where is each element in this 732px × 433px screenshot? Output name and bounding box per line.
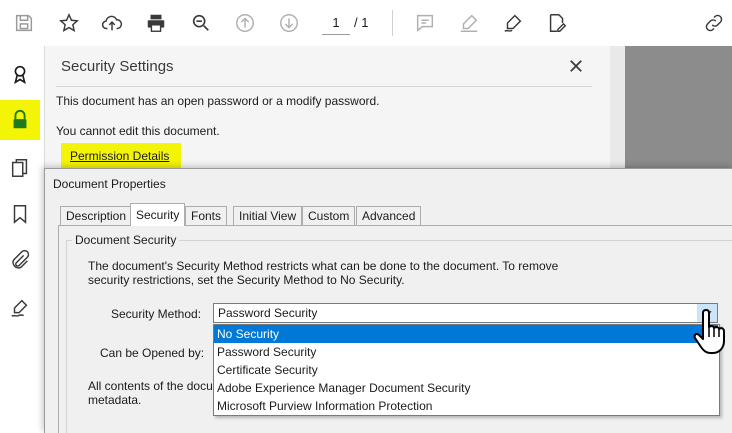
highlight-icon[interactable]: [455, 9, 483, 37]
tab-description[interactable]: Description: [60, 206, 133, 225]
page-down-icon[interactable]: [275, 9, 303, 37]
metadata-line: metadata.: [88, 393, 142, 407]
option-password-security[interactable]: Password Security: [214, 343, 718, 361]
zoom-icon[interactable]: [187, 9, 215, 37]
panel-message: You cannot edit this document.: [56, 124, 220, 138]
security-method-label: Security Method:: [111, 307, 202, 321]
close-icon[interactable]: [566, 56, 586, 76]
page-up-icon[interactable]: [231, 9, 259, 37]
panel-message: This document has an open password or a …: [56, 94, 380, 108]
save-icon[interactable]: [10, 9, 38, 37]
edit-pdf-icon[interactable]: [543, 9, 571, 37]
option-microsoft-purview[interactable]: Microsoft Purview Information Protection: [214, 397, 718, 415]
left-rail: [0, 46, 45, 432]
security-description: The document's Security Method restricts…: [88, 259, 559, 287]
upload-cloud-icon[interactable]: [98, 9, 126, 37]
security-method-value: Password Security: [218, 306, 318, 320]
tab-fonts[interactable]: Fonts: [185, 206, 228, 225]
option-no-security[interactable]: No Security: [214, 325, 718, 343]
sign-icon[interactable]: [499, 9, 527, 37]
can-be-opened-label: Can be Opened by:: [100, 346, 205, 360]
comment-icon[interactable]: [411, 9, 439, 37]
attachment-icon[interactable]: [0, 240, 40, 280]
panel-title: Security Settings: [61, 58, 174, 75]
group-title: Document Security: [72, 233, 180, 247]
page-total: / 1: [354, 15, 369, 30]
panel-edge: [610, 46, 625, 168]
hand-cursor-icon: [693, 309, 725, 354]
all-contents-line: All contents of the docu: [88, 379, 213, 393]
document-canvas: [625, 46, 732, 168]
toolbar: 1 / 1: [0, 0, 732, 47]
star-icon[interactable]: [55, 9, 83, 37]
toolbar-divider: [392, 10, 393, 36]
tab-custom[interactable]: Custom: [302, 206, 356, 225]
lock-icon[interactable]: [0, 100, 40, 140]
tab-initial-view[interactable]: Initial View: [233, 206, 303, 225]
print-icon[interactable]: [142, 9, 170, 37]
page-number-input[interactable]: 1: [322, 12, 350, 35]
option-certificate-security[interactable]: Certificate Security: [214, 361, 718, 379]
share-link-icon[interactable]: [700, 9, 728, 37]
option-adobe-aem-security[interactable]: Adobe Experience Manager Document Securi…: [214, 379, 718, 397]
all-contents-text: All contents of the docu metadata.: [88, 379, 218, 407]
tab-security[interactable]: Security: [130, 203, 186, 226]
permission-details-link[interactable]: Permission Details: [70, 149, 169, 163]
signature-icon[interactable]: [0, 288, 40, 328]
dialog-title: Document Properties: [53, 177, 166, 191]
bookmark-icon[interactable]: [0, 194, 40, 234]
tab-advanced[interactable]: Advanced: [356, 206, 422, 225]
certificate-icon[interactable]: [0, 54, 40, 94]
pages-icon[interactable]: [0, 148, 40, 188]
panel-divider: [56, 86, 592, 87]
